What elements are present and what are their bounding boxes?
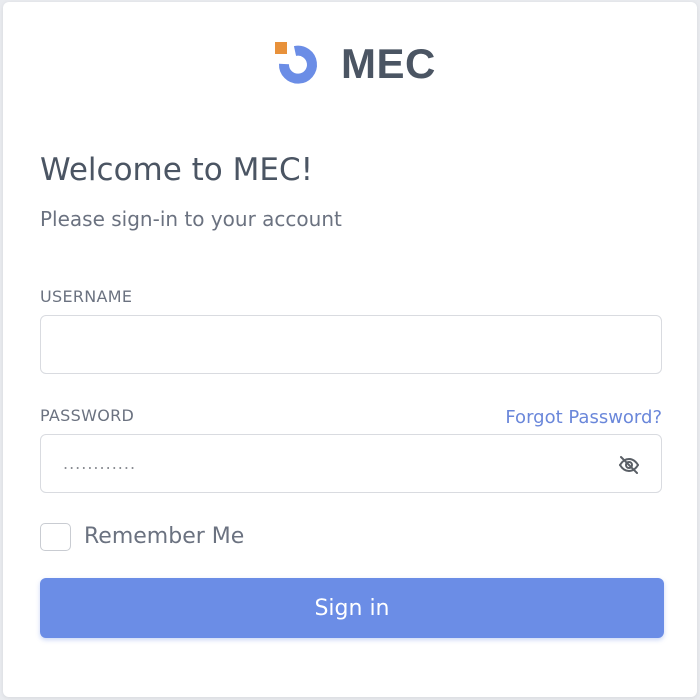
password-field-wrapper	[40, 434, 662, 493]
logo-mark-icon	[274, 41, 324, 87]
username-input[interactable]	[41, 316, 661, 373]
login-card: MEC Welcome to MEC! Please sign-in to yo…	[3, 2, 697, 697]
sign-in-button[interactable]: Sign in	[40, 578, 664, 638]
remember-me-label[interactable]: Remember Me	[84, 524, 244, 549]
password-input[interactable]	[41, 435, 661, 492]
forgot-password-link[interactable]: Forgot Password?	[505, 407, 662, 428]
username-label: USERNAME	[40, 287, 133, 306]
password-label: PASSWORD	[40, 406, 135, 425]
brand-name: MEC	[341, 40, 436, 87]
username-field-wrapper	[40, 315, 662, 374]
eye-off-icon[interactable]	[617, 453, 641, 477]
page-subtitle: Please sign-in to your account	[40, 207, 342, 231]
brand-logo: MEC	[274, 40, 436, 88]
page-title: Welcome to MEC!	[40, 152, 314, 188]
remember-me-checkbox[interactable]	[40, 523, 71, 551]
